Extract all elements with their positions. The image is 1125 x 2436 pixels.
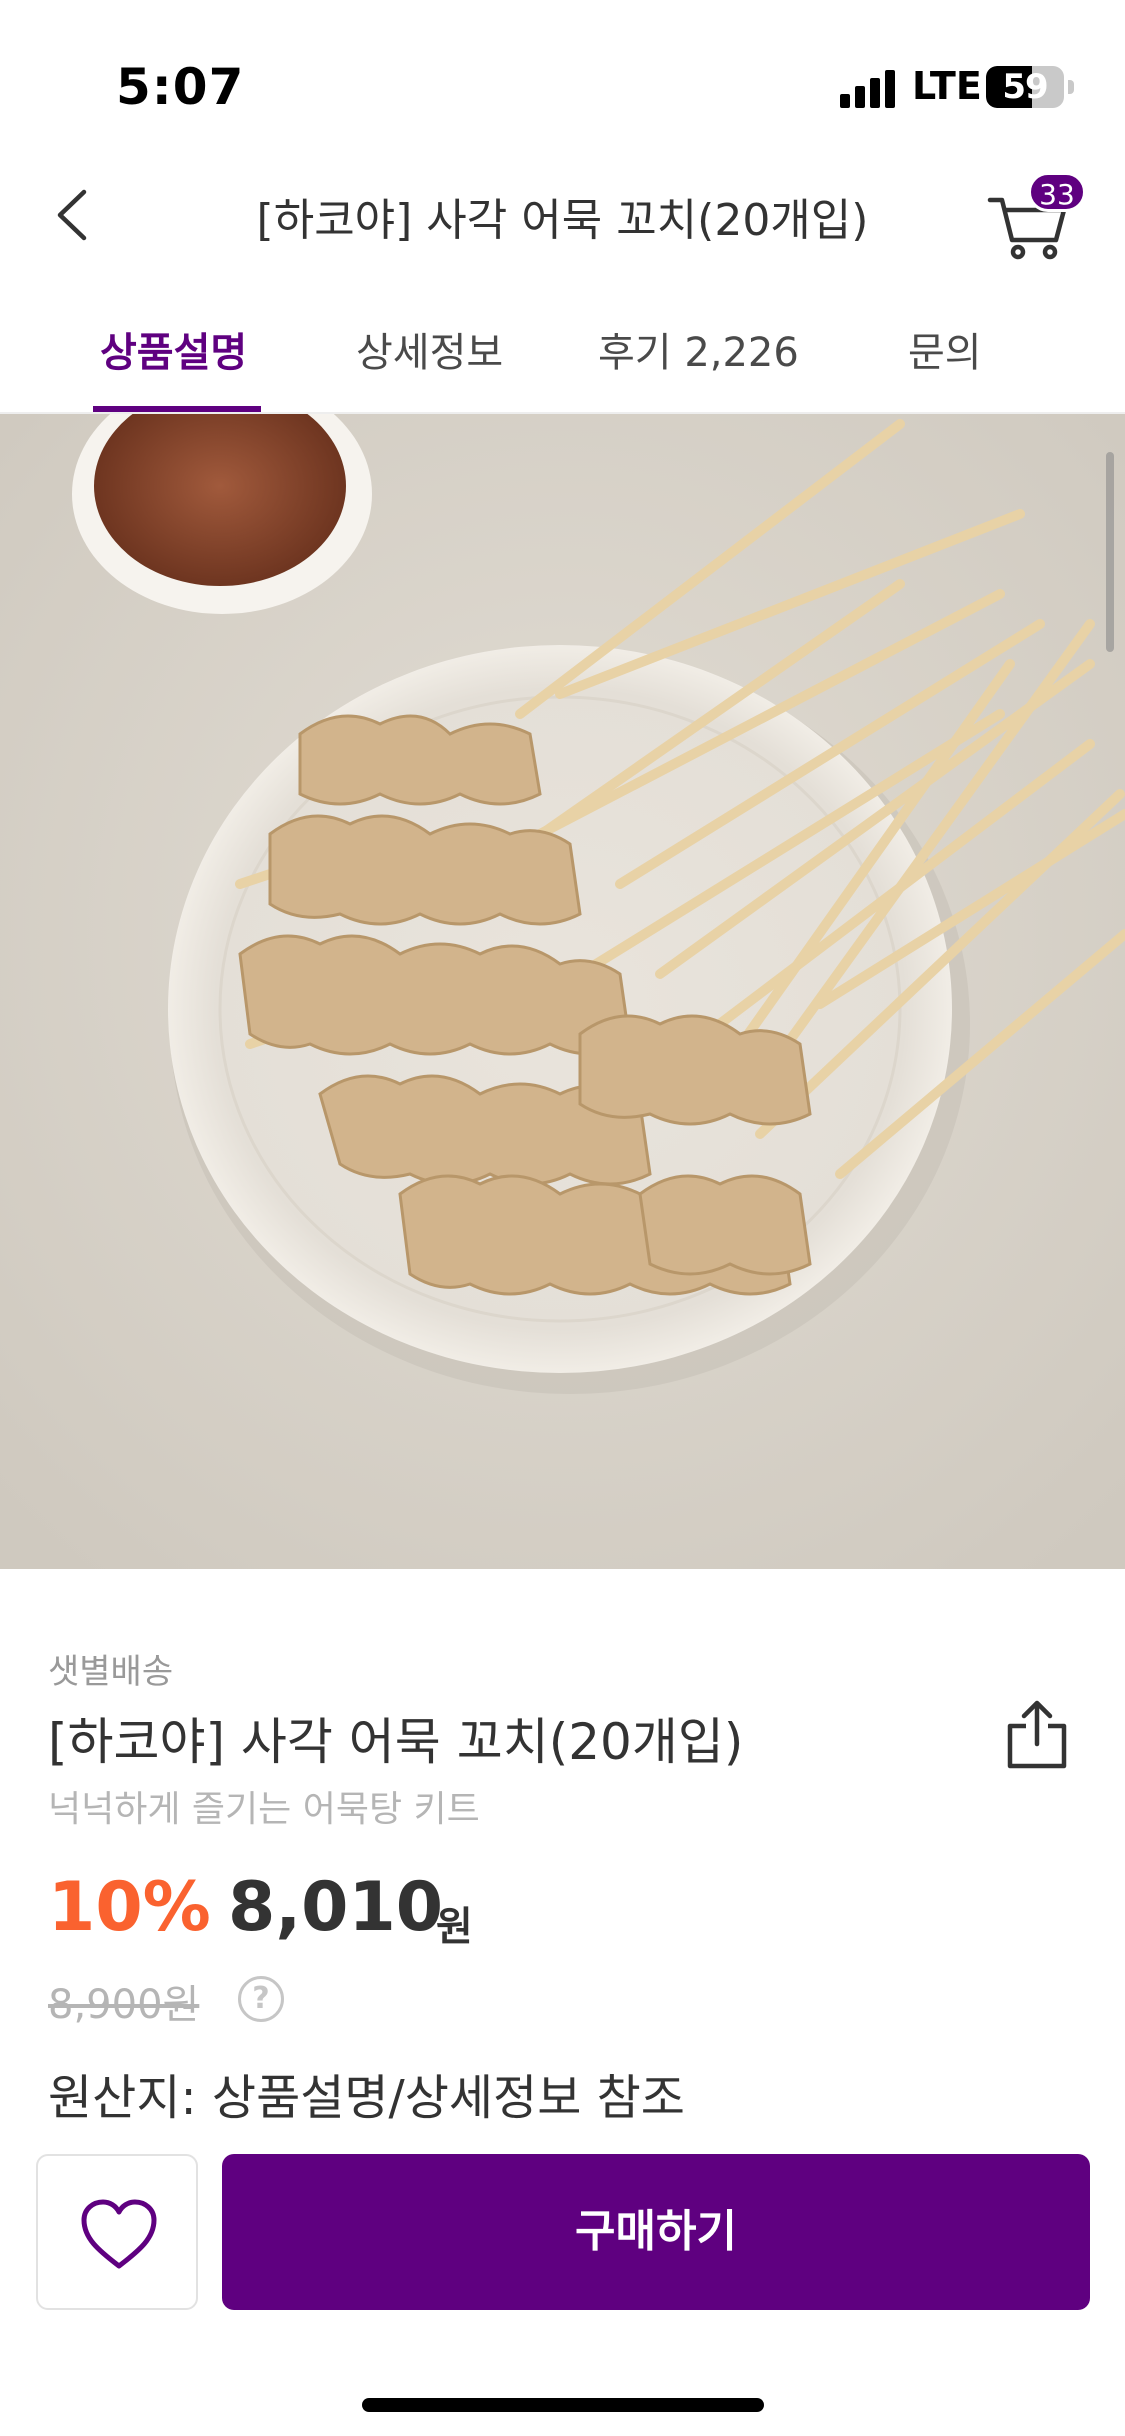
price-help-icon[interactable]: ? — [238, 1976, 284, 2022]
status-bar: 5:07 LTE 59 — [0, 0, 1125, 160]
fish-cake-skewers-image — [0, 414, 1125, 1569]
price-currency: 원 — [436, 1904, 473, 1950]
cart-count-badge: 33 — [1028, 172, 1086, 212]
origin-info: 원산지: 상품설명/상세정보 참조 — [48, 2070, 685, 2126]
share-button[interactable] — [1000, 1698, 1074, 1772]
delivery-type: 샛별배송 — [48, 1652, 174, 1692]
back-button[interactable] — [40, 180, 110, 250]
wishlist-button[interactable] — [36, 2154, 198, 2310]
product-image[interactable] — [0, 414, 1125, 1569]
heart-outline-icon — [81, 2199, 157, 2269]
tab-inquiry[interactable]: 문의 — [908, 320, 982, 378]
home-indicator — [362, 2398, 764, 2412]
page-title: [하코야] 사각 어묵 꼬치(20개입) — [256, 195, 869, 246]
product-subtitle: 넉넉하게 즐기는 어묵탕 키트 — [48, 1789, 480, 1830]
product-name: [하코야] 사각 어묵 꼬치(20개입) — [48, 1713, 744, 1771]
signal-strength-icon — [840, 70, 898, 108]
battery-icon: 59 — [986, 66, 1064, 108]
product-tabs: 상품설명 상세정보 후기 2,226 문의 — [0, 300, 1125, 414]
original-price: 8,900원 — [48, 1982, 200, 2028]
tab-description[interactable]: 상품설명 — [100, 320, 247, 378]
top-navigation: [하코야] 사각 어묵 꼬치(20개입) — [0, 160, 1125, 270]
network-type: LTE — [912, 64, 982, 108]
discount-rate: 10% — [48, 1868, 211, 1947]
chevron-left-icon — [57, 189, 87, 241]
active-tab-indicator — [93, 406, 261, 412]
tab-reviews[interactable]: 후기 2,226 — [598, 320, 799, 378]
status-time: 5:07 — [116, 58, 245, 116]
scroll-indicator[interactable] — [1106, 452, 1114, 652]
battery-level: 59 — [1002, 67, 1048, 107]
share-icon — [1007, 1700, 1067, 1769]
tab-details[interactable]: 상세정보 — [356, 320, 503, 378]
battery-tip — [1068, 80, 1074, 94]
sale-price: 8,010 — [228, 1868, 444, 1947]
buy-button[interactable]: 구매하기 — [222, 2154, 1090, 2310]
